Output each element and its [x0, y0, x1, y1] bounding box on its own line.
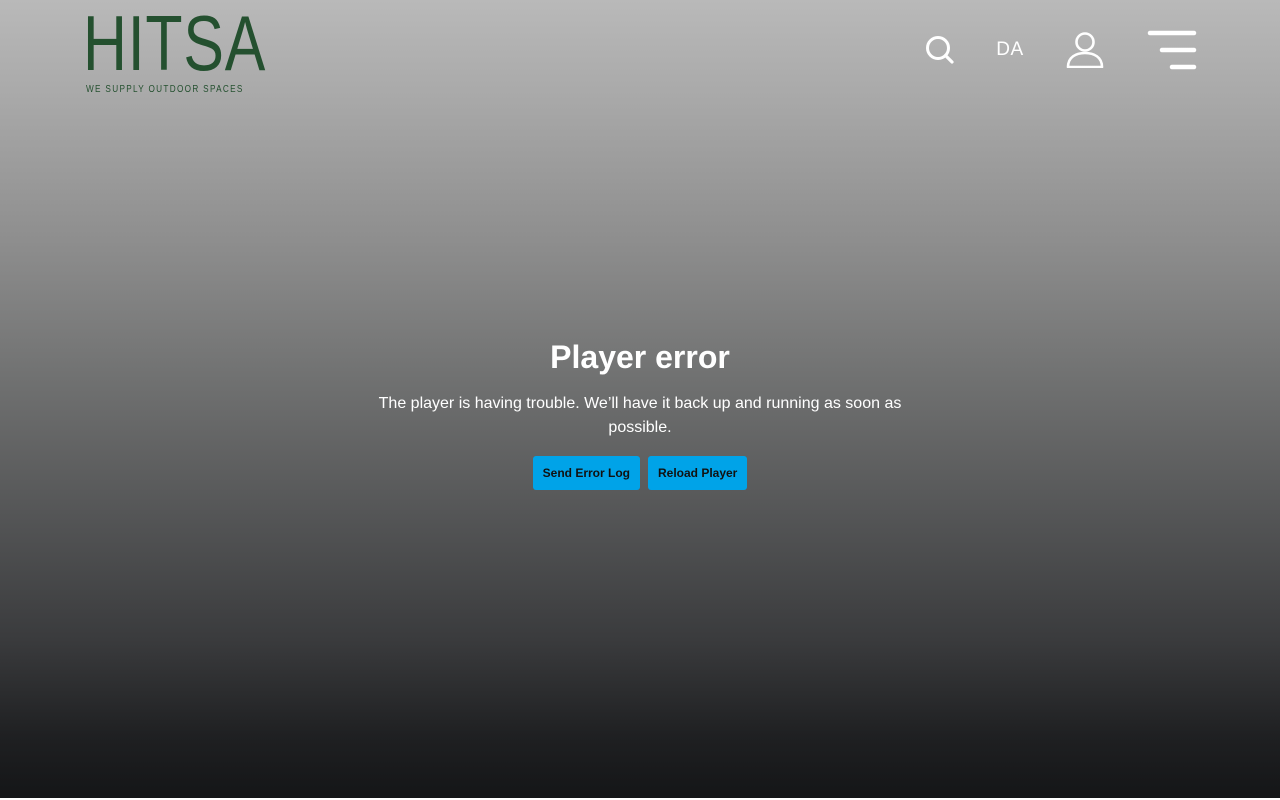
error-title: Player error	[550, 339, 730, 375]
hamburger-menu-icon	[1147, 30, 1197, 70]
search-icon	[926, 36, 954, 64]
logo-wordmark: HITSA	[83, 0, 267, 87]
search-button[interactable]	[918, 28, 962, 72]
error-message: The player is having trouble. We’ll have…	[378, 395, 902, 436]
menu-button[interactable]	[1144, 28, 1198, 72]
reload-player-button[interactable]: Reload Player	[647, 456, 748, 490]
site-header: HITSA WE SUPPLY OUTDOOR SPACES DA	[0, 0, 1280, 110]
error-actions: Send Error Log Reload Player	[340, 456, 940, 490]
hitsa-logo[interactable]: HITSA WE SUPPLY OUTDOOR SPACES	[83, 4, 265, 98]
language-switcher[interactable]: DA	[988, 28, 1032, 72]
account-button[interactable]	[1060, 28, 1110, 72]
player-error-panel: Player error The player is having troubl…	[340, 336, 940, 490]
logo-tagline: WE SUPPLY OUTDOOR SPACES	[86, 84, 244, 95]
send-error-log-button[interactable]: Send Error Log	[532, 456, 640, 490]
user-icon	[1066, 32, 1104, 68]
